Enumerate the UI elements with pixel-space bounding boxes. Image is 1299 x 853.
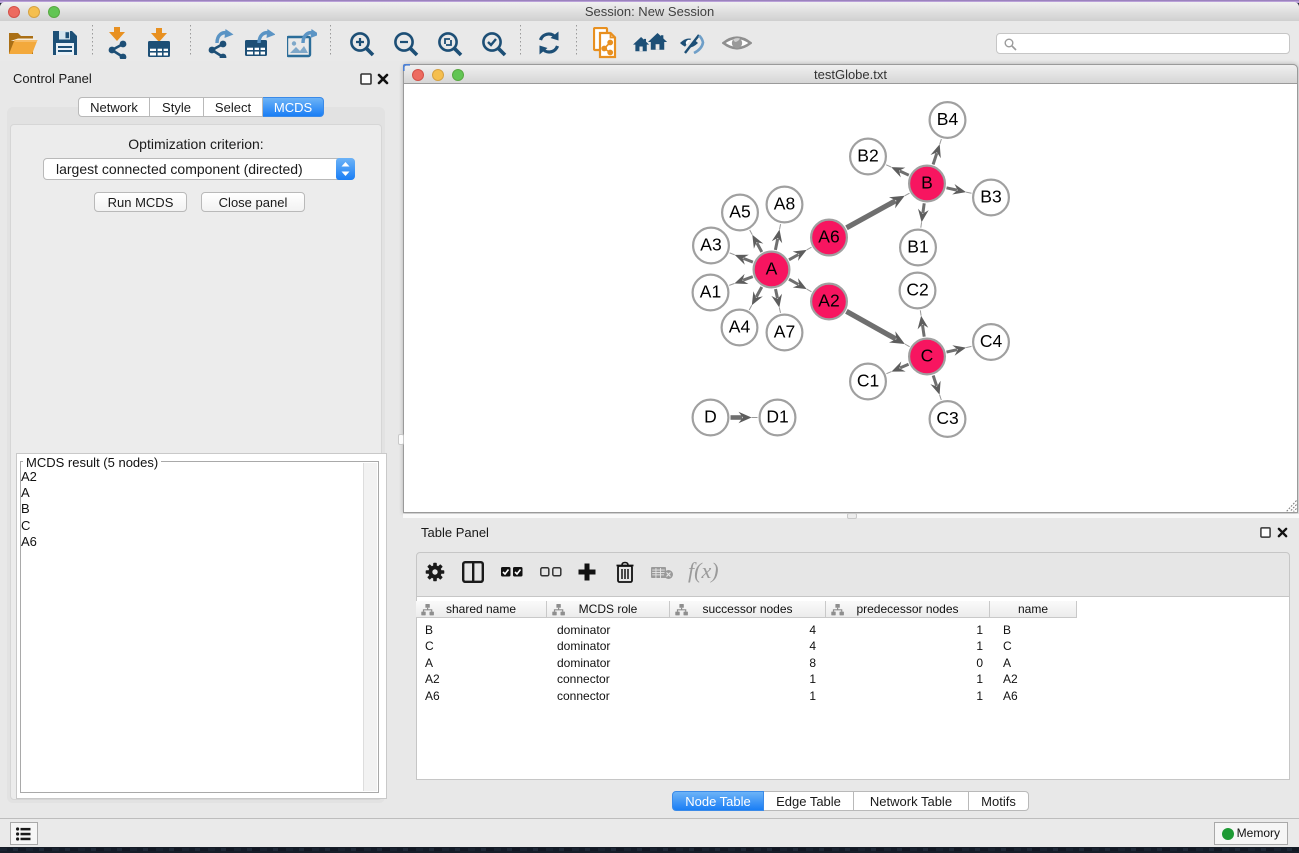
svg-text:A5: A5 xyxy=(729,202,750,222)
svg-text:A2: A2 xyxy=(818,291,839,311)
svg-text:B3: B3 xyxy=(980,187,1001,207)
svg-text:C2: C2 xyxy=(906,280,928,300)
svg-text:B: B xyxy=(921,173,933,193)
svg-text:C1: C1 xyxy=(857,371,879,391)
svg-text:B4: B4 xyxy=(937,109,959,129)
svg-text:A: A xyxy=(766,259,778,279)
svg-text:D: D xyxy=(704,407,717,427)
svg-text:C3: C3 xyxy=(936,408,958,428)
svg-text:C4: C4 xyxy=(980,331,1003,351)
svg-text:A6: A6 xyxy=(818,227,839,247)
svg-text:A4: A4 xyxy=(729,317,751,337)
svg-text:A1: A1 xyxy=(700,282,721,302)
svg-text:C: C xyxy=(921,346,934,366)
svg-text:B2: B2 xyxy=(857,146,878,166)
svg-text:A8: A8 xyxy=(774,194,795,214)
svg-text:B1: B1 xyxy=(907,237,928,257)
svg-text:D1: D1 xyxy=(766,407,788,427)
svg-text:A7: A7 xyxy=(774,322,795,342)
svg-text:A3: A3 xyxy=(700,235,721,255)
